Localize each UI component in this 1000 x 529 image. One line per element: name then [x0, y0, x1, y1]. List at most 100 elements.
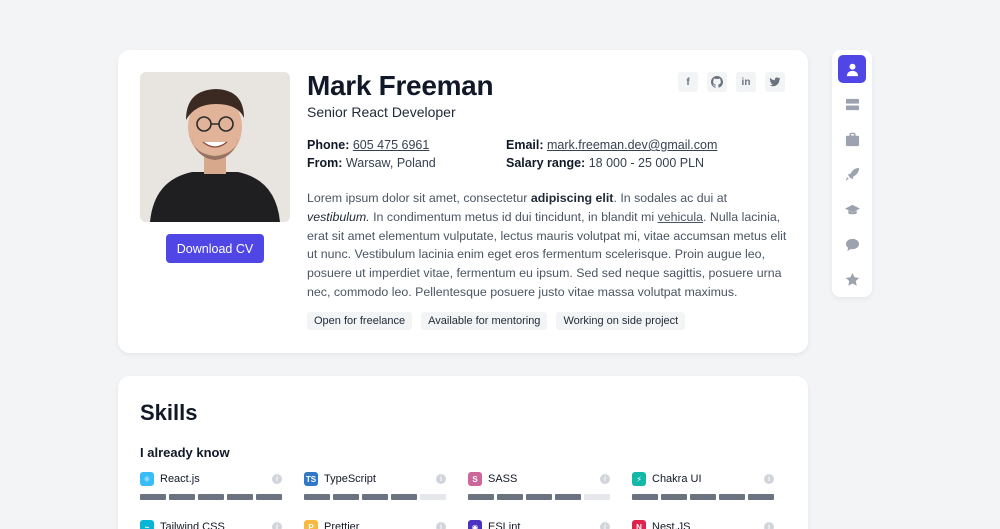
- linkedin-icon[interactable]: in: [736, 72, 756, 92]
- nav-education[interactable]: [838, 195, 866, 223]
- skill-level-segment: [420, 494, 446, 500]
- github-icon[interactable]: [707, 72, 727, 92]
- bio-link[interactable]: vehicula: [658, 210, 703, 224]
- contact-left: Phone: 605 475 6961 From: Warsaw, Poland: [307, 136, 436, 172]
- skill-level-segment: [256, 494, 282, 500]
- skill-level-bar: [468, 494, 610, 500]
- info-icon[interactable]: i: [272, 474, 282, 484]
- skill-level-segment: [497, 494, 523, 500]
- skill-level-segment: [169, 494, 195, 500]
- section-nav: [832, 50, 872, 297]
- server-icon: [845, 98, 859, 110]
- skill-level-segment: [719, 494, 745, 500]
- nav-work[interactable]: [838, 125, 866, 153]
- phone-row: Phone: 605 475 6961: [307, 138, 430, 152]
- salary-row: Salary range: 18 000 - 25 000 PLN: [506, 156, 705, 170]
- download-cv-button[interactable]: Download CV: [166, 234, 264, 263]
- eslint-icon: ◉: [468, 520, 482, 529]
- user-icon: [846, 63, 858, 76]
- email-row: Email: mark.freeman.dev@gmail.com: [506, 138, 718, 152]
- skill-header: TS TypeScript i: [304, 471, 446, 487]
- profile-name: Mark Freeman: [307, 70, 494, 101]
- info-icon[interactable]: i: [600, 522, 610, 529]
- skill-name: Nest.JS: [652, 521, 691, 529]
- contact-right: Email: mark.freeman.dev@gmail.com Salary…: [506, 136, 717, 172]
- social-links: f in: [678, 72, 785, 92]
- skill-name: ESLint: [488, 521, 521, 529]
- react-icon: ⚛: [140, 472, 154, 486]
- profile-role: Senior React Developer: [307, 104, 456, 120]
- skill-level-segment: [526, 494, 552, 500]
- skill-level-segment: [555, 494, 581, 500]
- typescript-icon: TS: [304, 472, 318, 486]
- skill-name: TypeScript: [324, 473, 376, 485]
- info-icon[interactable]: i: [600, 474, 610, 484]
- skill-header: ⚛ React.js i: [140, 471, 282, 487]
- skill-name: Chakra UI: [652, 473, 702, 485]
- skill-react-js: ⚛ React.js i: [140, 471, 282, 500]
- skill-level-segment: [690, 494, 716, 500]
- email-link[interactable]: mark.freeman.dev@gmail.com: [547, 138, 717, 152]
- skill-header: S SASS i: [468, 471, 610, 487]
- skill-chakra-ui: ⚡ Chakra UI i: [632, 471, 774, 500]
- skill-tailwind-css: ~ Tailwind CSS i: [140, 519, 282, 529]
- skill-typescript: TS TypeScript i: [304, 471, 446, 500]
- skill-name: SASS: [488, 473, 518, 485]
- skill-nest-js: N Nest.JS i: [632, 519, 774, 529]
- facebook-icon[interactable]: f: [678, 72, 698, 92]
- info-icon[interactable]: i: [436, 522, 446, 529]
- info-icon[interactable]: i: [436, 474, 446, 484]
- skill-level-segment: [198, 494, 224, 500]
- skill-header: N Nest.JS i: [632, 519, 774, 529]
- profile-card: Download CV Mark Freeman Senior React De…: [118, 50, 808, 353]
- info-icon[interactable]: i: [764, 522, 774, 529]
- skill-level-segment: [140, 494, 166, 500]
- skill-level-bar: [632, 494, 774, 500]
- skill-level-segment: [227, 494, 253, 500]
- skill-eslint: ◉ ESLint i: [468, 519, 610, 529]
- skills-title: Skills: [140, 400, 198, 425]
- skill-level-segment: [748, 494, 774, 500]
- skill-level-bar: [140, 494, 282, 500]
- skill-level-segment: [584, 494, 610, 500]
- skill-level-segment: [304, 494, 330, 500]
- status-tags: Open for freelance Available for mentori…: [307, 312, 686, 330]
- tag-side-project: Working on side project: [556, 312, 686, 330]
- skill-header: ~ Tailwind CSS i: [140, 519, 282, 529]
- phone-link[interactable]: 605 475 6961: [353, 138, 429, 152]
- skill-name: Prettier: [324, 521, 360, 529]
- nav-experience[interactable]: [838, 90, 866, 118]
- profile-photo: [140, 72, 290, 222]
- sass-icon: S: [468, 472, 482, 486]
- skill-level-bar: [304, 494, 446, 500]
- skills-card: Skills I already know ⚛ React.js i TS TypeSc…: [118, 376, 808, 529]
- nav-testimonials[interactable]: [838, 230, 866, 258]
- rocket-icon: [845, 167, 859, 181]
- skill-sass: S SASS i: [468, 471, 610, 500]
- skill-name: React.js: [160, 473, 200, 485]
- tag-freelance: Open for freelance: [307, 312, 413, 330]
- skill-level-segment: [632, 494, 658, 500]
- skill-level-segment: [468, 494, 494, 500]
- twitter-icon[interactable]: [765, 72, 785, 92]
- info-icon[interactable]: i: [272, 522, 282, 529]
- skills-subtitle: I already know: [140, 445, 230, 460]
- nav-favorites[interactable]: [838, 265, 866, 293]
- skill-name: Tailwind CSS: [160, 521, 225, 529]
- nestjs-icon: N: [632, 520, 646, 529]
- graduation-cap-icon: [844, 204, 860, 214]
- tailwind-icon: ~: [140, 520, 154, 529]
- skill-level-segment: [661, 494, 687, 500]
- skill-prettier: P Prettier i: [304, 519, 446, 529]
- info-icon[interactable]: i: [764, 474, 774, 484]
- bio-text: Lorem ipsum dolor sit amet, consectetur …: [307, 191, 787, 299]
- tag-mentoring: Available for mentoring: [421, 312, 548, 330]
- comment-icon: [845, 238, 859, 251]
- briefcase-icon: [845, 132, 859, 146]
- skill-level-segment: [391, 494, 417, 500]
- skill-header: ◉ ESLint i: [468, 519, 610, 529]
- skill-header: ⚡ Chakra UI i: [632, 471, 774, 487]
- nav-profile[interactable]: [838, 55, 866, 83]
- nav-projects[interactable]: [838, 160, 866, 188]
- chakra-icon: ⚡: [632, 472, 646, 486]
